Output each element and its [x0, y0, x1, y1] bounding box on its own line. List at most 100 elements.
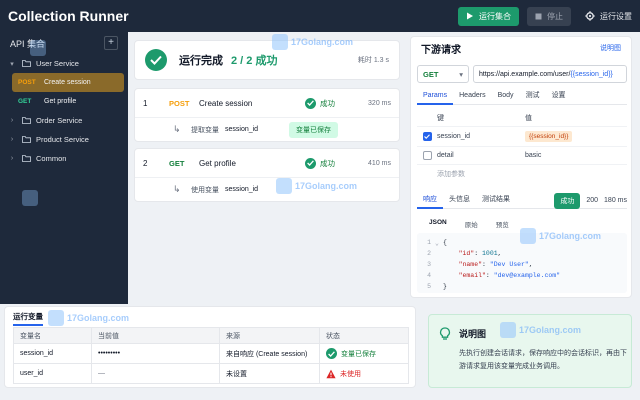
- note-title: 说明图: [459, 329, 487, 339]
- tab-run-variables[interactable]: 运行变量: [13, 311, 43, 326]
- params-header-row: 键 值: [417, 109, 627, 127]
- variable-value: —: [91, 363, 220, 384]
- format-raw[interactable]: 原始: [457, 217, 486, 231]
- run-status: 成功: [305, 157, 365, 169]
- param-key[interactable]: session_id: [437, 133, 525, 140]
- check-circle-icon: [305, 157, 316, 169]
- sidebar-folder-user-service[interactable]: ▾ User Service: [0, 54, 128, 73]
- variable-name: user_id: [13, 363, 92, 384]
- column-header: 来源: [219, 327, 320, 344]
- json-open-brace: {: [443, 239, 447, 246]
- explanation-note: 说明图 先执行创建会话请求，保存响应中的会话标识，再由下游请求复用该变量完成业务…: [428, 314, 632, 388]
- format-preview[interactable]: 预览: [488, 217, 517, 231]
- tab-params[interactable]: Params: [417, 89, 454, 105]
- run-card-get-profile[interactable]: 2 GET Get profile 成功 410 ms ↳ 使用变量 sessi…: [134, 148, 400, 202]
- folder-label: Common: [36, 154, 67, 163]
- response-code: 200: [586, 197, 599, 204]
- run-status-label: 成功: [320, 98, 335, 108]
- method-badge: POST: [169, 98, 190, 108]
- request-tabs: Params Headers Body 测试 设置: [417, 89, 627, 105]
- method-badge: POST: [18, 79, 36, 86]
- response-tabs: 响应 头信息 测试结果 成功 200 180 ms: [417, 192, 627, 209]
- variable-saved-chip: 变量已保存: [289, 121, 338, 138]
- column-header: 当前值: [91, 327, 220, 344]
- run-request-name: Create session: [199, 98, 253, 108]
- summary-count: 2 / 2 成功: [231, 55, 278, 67]
- url-base: https://api.example.com/user/: [479, 70, 571, 78]
- variable-status: 未使用: [326, 369, 408, 379]
- params-key-header: 键: [437, 114, 444, 122]
- sidebar-folder-common[interactable]: › Common: [0, 149, 128, 168]
- response-status: 成功 200 180 ms: [554, 192, 627, 209]
- explanation-link[interactable]: 说明图: [600, 43, 621, 53]
- sidebar-folder-product-service[interactable]: › Product Service: [0, 130, 128, 149]
- run-settings-label: 运行设置: [600, 11, 632, 21]
- stop-label: 停止: [547, 11, 563, 21]
- add-param-button[interactable]: 添加参数: [437, 169, 525, 179]
- check-circle-icon: [305, 97, 316, 109]
- downstream-request-panel: 下游请求 说明图 GET ▾ https://api.example.com/u…: [410, 36, 632, 298]
- method-select-value: GET: [423, 69, 439, 79]
- add-param-row: 添加参数: [417, 165, 627, 183]
- sidebar-request-create-session[interactable]: POST Create session: [12, 73, 124, 92]
- run-settings-button[interactable]: 运行设置: [585, 11, 632, 22]
- table-row[interactable]: user_id — 未设置 未使用: [13, 363, 409, 384]
- add-collection-button[interactable]: +: [104, 36, 118, 50]
- tab-headers[interactable]: Headers: [453, 89, 491, 105]
- param-checkbox[interactable]: [422, 151, 432, 160]
- tab-response[interactable]: 响应: [417, 193, 443, 209]
- run-card-create-session[interactable]: 1 POST Create session 成功 320 ms ↳ 提取变量 s…: [134, 88, 400, 142]
- sidebar: API 集合 + ▾ User Service POST Create sess…: [0, 32, 128, 304]
- params-table: 键 值 session_id {{session_id}} detail bas…: [417, 109, 627, 183]
- run-status: 成功: [305, 97, 365, 109]
- sidebar-header: API 集合 +: [0, 32, 128, 54]
- tab-tests[interactable]: 测试: [520, 89, 546, 105]
- param-checkbox[interactable]: [422, 132, 432, 141]
- lightbulb-icon: [439, 327, 451, 341]
- run-card-variable-row: ↳ 使用变量 session_id: [135, 177, 399, 201]
- tab-body[interactable]: Body: [492, 89, 520, 105]
- variables-header-row: 变量名 当前值 来源 状态: [13, 327, 409, 344]
- sidebar-title: API 集合: [10, 38, 46, 49]
- run-index: 1: [143, 98, 148, 108]
- format-json[interactable]: JSON: [421, 217, 455, 231]
- json-key: "name": [458, 261, 483, 268]
- check-circle-icon: [145, 49, 167, 71]
- tab-settings[interactable]: 设置: [546, 89, 572, 105]
- variable-action-label: 使用变量: [191, 186, 219, 194]
- variable-source: 来自响应 (Create session): [219, 343, 320, 364]
- play-icon: [466, 12, 474, 20]
- table-row[interactable]: session_id ••••••••• 来自响应 (Create sessio…: [13, 343, 409, 364]
- run-time: 410 ms: [368, 159, 391, 167]
- param-value[interactable]: basic: [525, 152, 627, 159]
- url-input[interactable]: https://api.example.com/user/{{session_i…: [473, 65, 627, 83]
- column-header: 变量名: [13, 327, 92, 344]
- sidebar-folder-order-service[interactable]: › Order Service: [0, 111, 128, 130]
- warning-icon: [326, 369, 336, 379]
- gear-icon: [585, 11, 595, 21]
- run-card-header: 1 POST Create session 成功 320 ms: [135, 89, 399, 117]
- run-results-panel: 运行完成 2 / 2 成功 耗时 1.3 s 1 POST Create ses…: [128, 32, 408, 304]
- variable-status-label: 变量已保存: [341, 350, 376, 358]
- param-key[interactable]: detail: [437, 152, 525, 159]
- variable-value: •••••••••: [91, 343, 220, 364]
- downstream-title: 下游请求: [421, 44, 461, 56]
- run-time: 320 ms: [368, 99, 391, 107]
- app-title: Collection Runner: [8, 8, 129, 24]
- json-close-brace: }: [443, 283, 447, 290]
- run-card-header: 2 GET Get profile 成功 410 ms: [135, 149, 399, 177]
- tab-test-results[interactable]: 测试结果: [476, 193, 516, 209]
- run-summary: 运行完成 2 / 2 成功 耗时 1.3 s: [134, 40, 400, 80]
- summary-duration: 耗时 1.3 s: [357, 57, 389, 64]
- sidebar-request-get-profile[interactable]: GET Get profile: [12, 92, 124, 111]
- params-value-header: 值: [525, 114, 532, 122]
- param-value[interactable]: {{session_id}}: [525, 131, 573, 142]
- variable-status-label: 未使用: [340, 370, 361, 378]
- tab-response-headers[interactable]: 头信息: [443, 193, 476, 209]
- method-select[interactable]: GET ▾: [417, 65, 469, 83]
- response-body: 1 ⌄{ 2 "id": 1001, 3 "name": "Dev User", …: [417, 233, 627, 293]
- chevron-right-icon: ›: [10, 136, 14, 143]
- run-collection-button[interactable]: 运行集合: [458, 6, 519, 26]
- stop-button[interactable]: 停止: [527, 6, 571, 26]
- folder-icon: [22, 117, 31, 124]
